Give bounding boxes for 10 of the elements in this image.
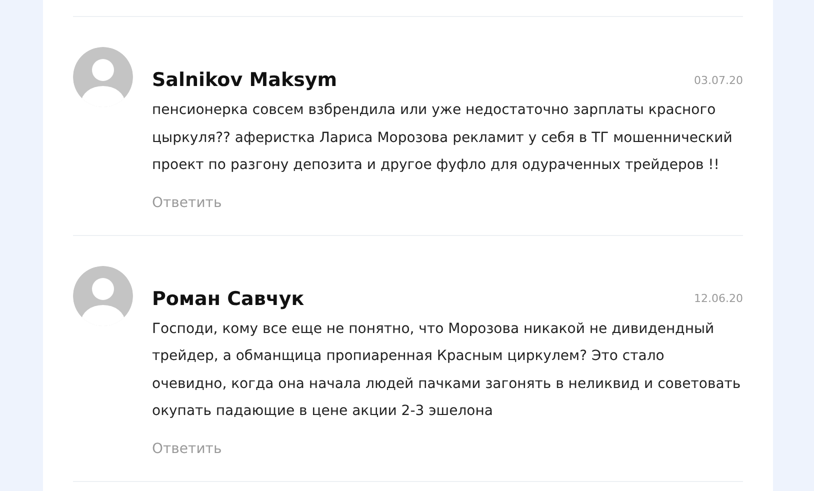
author-name: Salnikov Maksym — [152, 69, 338, 91]
reply-link[interactable]: Ответить — [152, 192, 222, 212]
comment-date: 03.07.20 — [694, 74, 743, 86]
avatar-icon — [73, 47, 133, 107]
reply-link[interactable]: Ответить — [152, 438, 222, 458]
author-name: Роман Савчук — [152, 288, 304, 310]
comment-date: 12.06.20 — [694, 292, 743, 305]
comment-text: пенсионерка совсем взбрендила или уже недостаточно зарплаты красного цыркуля?? аферистка Лариса Морозова рекламит у себя в ТГ мошеннический проект по разгону депозита и другое фуфло для одураченных трейдеров !! — [152, 101, 734, 175]
comment-text: Господи, кому все еще не понятно, что Морозова никакой не дивидендный трейдер, а обманщица пропиаренная Красным циркулем? Это стало очевидно, когда она начала людей пачками загонять в неликвид и советовать окупать падающие в цене акции 2-3 эшелона — [152, 320, 742, 421]
avatar-icon — [73, 266, 133, 326]
